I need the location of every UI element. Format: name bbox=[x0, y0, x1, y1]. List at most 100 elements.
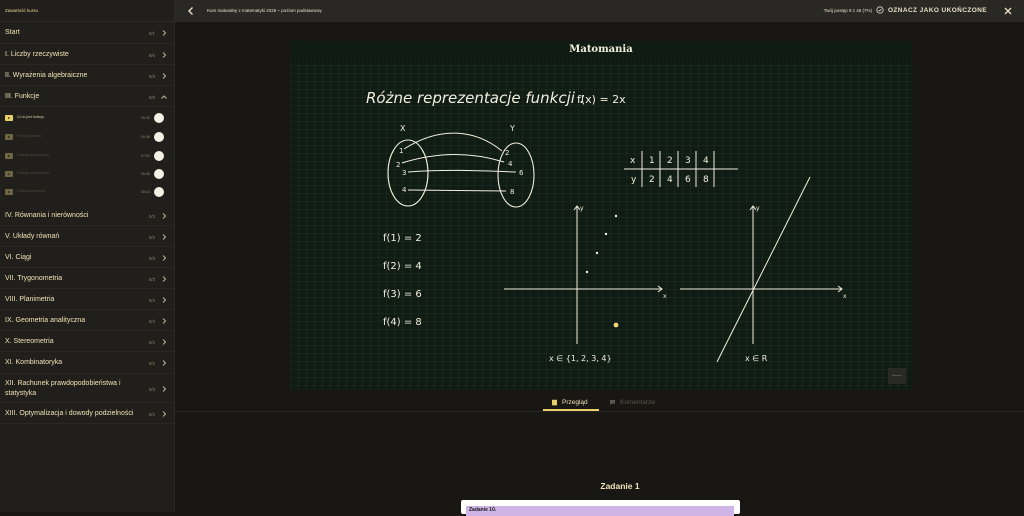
mark-complete-button[interactable]: OZNACZ JAKO UKOŃCZONE bbox=[876, 6, 987, 14]
lesson-title: Funkcja kwadratowa bbox=[17, 153, 49, 157]
sidebar-section[interactable]: XI. Kombinatoryka 0/2 bbox=[0, 352, 175, 374]
sidebar-section[interactable]: V. Układy równań 0/2 bbox=[0, 226, 175, 247]
mark-complete-label: OZNACZ JAKO UKOŃCZONE bbox=[887, 6, 987, 14]
sidebar-section[interactable]: IV. Równania i nierówności 2/3 bbox=[0, 205, 175, 226]
chevron-right-icon[interactable] bbox=[160, 317, 168, 325]
task-heading: Zadanie 1 bbox=[600, 481, 640, 491]
axis-x-label: x bbox=[843, 293, 847, 300]
tab-comments-label: Komentarze bbox=[620, 398, 656, 406]
comment-icon bbox=[610, 399, 615, 405]
sidebar-section[interactable]: IX. Geometria analityczna 0/4 bbox=[0, 310, 175, 331]
progress-text: Twój postęp 9 z 46 (7%) bbox=[823, 8, 872, 13]
chevron-right-icon[interactable] bbox=[160, 51, 168, 59]
completion-toggle[interactable] bbox=[154, 169, 164, 179]
chevron-right-icon[interactable] bbox=[160, 72, 168, 80]
book-icon bbox=[552, 399, 557, 405]
video-player[interactable]: Matomania Różne reprezentacje funkcji : … bbox=[290, 41, 912, 390]
sidebar-section[interactable]: VIII. Planimetria 0/4 bbox=[0, 289, 175, 310]
sidebar-section[interactable]: VI. Ciągi 0/3 bbox=[0, 247, 175, 268]
chevron-up-icon[interactable] bbox=[160, 93, 168, 101]
sidebar-section-label: IV. Równania i nierówności bbox=[5, 212, 89, 219]
sidebar-section-label: IX. Geometria analityczna bbox=[5, 317, 86, 324]
chevron-right-icon[interactable] bbox=[160, 296, 168, 304]
domain-element: 2 bbox=[396, 161, 400, 169]
completion-toggle[interactable] bbox=[154, 151, 164, 161]
lesson-item[interactable]: Funkcja wymierna 08:14 bbox=[0, 183, 175, 201]
chevron-right-icon[interactable] bbox=[160, 385, 168, 393]
lesson-duration: 06:08 bbox=[141, 172, 150, 176]
check-circle-icon bbox=[876, 6, 884, 14]
sidebar-section-count: 0/3 bbox=[148, 255, 155, 261]
chevron-right-icon[interactable] bbox=[160, 212, 168, 220]
range-element: 8 bbox=[510, 188, 514, 196]
board-formula: f(x) = 2x bbox=[577, 93, 626, 106]
close-icon[interactable] bbox=[1002, 5, 1014, 17]
completion-toggle[interactable] bbox=[154, 132, 164, 142]
sidebar-section-label: III. Funkcje bbox=[5, 93, 40, 100]
table-x-value: 4 bbox=[703, 156, 709, 166]
chevron-right-icon[interactable] bbox=[160, 338, 168, 346]
lesson-item[interactable]: Co to jest funkcja 05:35 bbox=[0, 109, 175, 127]
domain-discrete-label: x ∈ {1, 2, 3, 4} bbox=[549, 354, 612, 363]
range-element: 6 bbox=[519, 169, 524, 177]
sidebar-section[interactable]: X. Stereometria 0/2 bbox=[0, 331, 175, 352]
lesson-item[interactable]: Funkcja kwadratowa 07:20 bbox=[0, 147, 175, 165]
sidebar-section[interactable]: VII. Trygonometria 0/3 bbox=[0, 268, 175, 289]
sidebar-section-label: II. Wyrażenia algebraiczne bbox=[5, 72, 88, 79]
tab-comments[interactable]: Komentarze bbox=[609, 394, 655, 410]
chevron-right-icon[interactable] bbox=[160, 233, 168, 241]
sidebar-section[interactable]: Start 0/1 bbox=[0, 22, 175, 44]
table-x-value: 1 bbox=[649, 156, 655, 166]
chevron-right-icon[interactable] bbox=[160, 29, 168, 37]
task-card-title: Zadanie 10. bbox=[469, 507, 497, 513]
sidebar-section-label: X. Stereometria bbox=[5, 338, 54, 345]
sidebar-section-label: XII. Rachunek prawdopodobieństwa i staty… bbox=[5, 380, 121, 397]
table-y-value: 4 bbox=[667, 175, 673, 185]
sidebar-section[interactable]: I. Liczby rzeczywiste 5/6 bbox=[0, 44, 175, 65]
value-line: f(4) = 8 bbox=[383, 317, 422, 328]
back-arrow-icon[interactable] bbox=[185, 5, 197, 17]
tab-overview[interactable]: Przegląd bbox=[551, 394, 588, 410]
sidebar-section[interactable]: XIII. Optymalizacja i dowody podzielnośc… bbox=[0, 403, 175, 424]
lesson-item[interactable]: Funkcja liniowa 09:36 bbox=[0, 128, 175, 146]
course-content-link[interactable]: Zawartość kursu bbox=[0, 0, 174, 22]
chevron-right-icon[interactable] bbox=[160, 410, 168, 418]
watermark-logo: Matomania bbox=[888, 368, 906, 384]
sidebar-section[interactable]: XII. Rachunek prawdopodobieństwa i staty… bbox=[0, 374, 175, 403]
sidebar-section-label: VIII. Planimetria bbox=[5, 296, 55, 303]
play-icon bbox=[5, 189, 13, 195]
lesson-item[interactable]: Funkcja wykładnicza 06:08 bbox=[0, 165, 175, 183]
lesson-duration: 09:36 bbox=[141, 135, 150, 139]
sidebar-section[interactable]: II. Wyrażenia algebraiczne 0/3 bbox=[0, 65, 175, 86]
range-element: 2 bbox=[505, 149, 509, 157]
lesson-title: Funkcja wykładnicza bbox=[17, 171, 50, 175]
sidebar-section-label: Start bbox=[5, 29, 20, 36]
tab-overview-label: Przegląd bbox=[562, 398, 588, 406]
sidebar-section-label: V. Układy równań bbox=[5, 233, 60, 240]
completion-toggle[interactable] bbox=[154, 187, 164, 197]
lesson-duration: 05:35 bbox=[141, 116, 150, 120]
domain-element: 1 bbox=[399, 147, 403, 155]
sidebar-section-label: I. Liczby rzeczywiste bbox=[5, 51, 69, 58]
lesson-title: Funkcja liniowa bbox=[17, 134, 41, 138]
play-icon bbox=[5, 134, 13, 140]
tabs-divider bbox=[175, 411, 1024, 412]
sidebar-section-count: 0/4 bbox=[148, 297, 155, 303]
board-drawing: Różne reprezentacje funkcji : f(x) = 2x … bbox=[290, 59, 912, 390]
sidebar-section-count: 0/1 bbox=[148, 31, 155, 36]
play-icon bbox=[5, 171, 13, 177]
domain-element: 4 bbox=[402, 186, 407, 194]
set-y-label: Y bbox=[509, 124, 515, 133]
chevron-right-icon[interactable] bbox=[160, 359, 168, 367]
chevron-right-icon[interactable] bbox=[160, 254, 168, 262]
set-x-label: X bbox=[400, 124, 406, 133]
value-line: f(3) = 6 bbox=[383, 289, 422, 300]
chevron-right-icon[interactable] bbox=[160, 275, 168, 283]
table-x-label: x bbox=[630, 156, 636, 166]
sidebar-section[interactable]: III. Funkcje 0/5 bbox=[0, 86, 175, 107]
completion-toggle[interactable] bbox=[154, 113, 164, 123]
axis-y-label: y bbox=[756, 205, 760, 212]
lesson-title: Co to jest funkcja bbox=[17, 115, 44, 119]
sidebar-section-count: 2/3 bbox=[148, 213, 155, 219]
axis-x-label: x bbox=[663, 293, 667, 300]
